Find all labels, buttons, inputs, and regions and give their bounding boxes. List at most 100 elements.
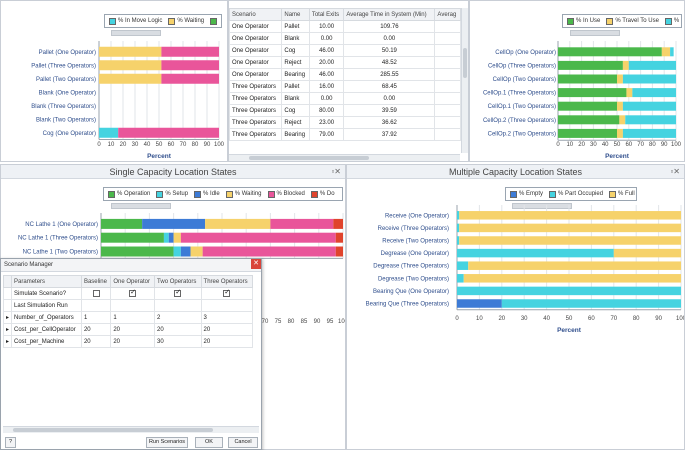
parameter-value[interactable]: 1 [80,311,112,324]
parameter-value[interactable]: 20 [154,323,202,336]
close-icon[interactable]: ✕ [251,259,261,269]
parameter-value[interactable]: 30 [154,335,202,348]
column-header[interactable]: Total Exits [308,8,345,21]
checkbox[interactable] [129,288,137,297]
simulate-checkbox[interactable] [110,287,156,300]
category-label: Blank (Three Operators) [31,104,96,110]
simulate-checkbox[interactable] [80,287,112,300]
table-cell [434,104,461,117]
column-header[interactable]: Scenario [229,8,283,21]
tick-label: 10 [476,316,483,322]
cancel-button[interactable]: Cancel [228,437,258,448]
bar-segment [670,47,674,57]
tick-label: 0 [97,142,101,148]
results-table: Scenario Name Total Exits Average Time in S… [229,8,461,141]
parameter-value[interactable]: 20 [200,323,254,336]
run-scenarios-button[interactable]: Run Scenarios [146,437,188,448]
checkbox[interactable] [223,288,231,297]
horizontal-scrollbar[interactable] [3,426,259,433]
scroll-thumb[interactable] [249,156,369,160]
category-label: Degrease (Three Operators) [373,264,449,270]
vertical-scrollbar[interactable] [461,8,468,153]
table-row[interactable]: One Operator Cog 46.00 50.19 [229,44,461,57]
bar-segment [335,232,343,243]
scroll-thumb[interactable] [463,48,467,78]
parameter-value[interactable] [154,299,202,312]
expand-icon[interactable]: ▸ [2,311,13,324]
tick-label: 85 [301,319,308,325]
table-cell: 20.00 [308,56,345,69]
table-cell: 0.00 [343,92,436,105]
expand-icon[interactable] [2,299,13,312]
parameter-label: Cost_per_CellOperator [11,323,82,336]
expand-icon[interactable]: ▸ [2,335,13,348]
ok-button[interactable]: OK [195,437,223,448]
table-cell [434,44,461,57]
scroll-thumb[interactable] [13,428,213,432]
parameter-value[interactable]: 20 [110,323,156,336]
column-header[interactable]: Average Time in System (Min) [343,8,436,21]
table-row[interactable]: Three Operators Reject 23.00 36.62 [229,116,461,129]
checkbox[interactable] [174,288,182,297]
parameter-value[interactable] [80,299,112,312]
column-header[interactable]: Averag [434,8,461,21]
table-row[interactable]: Three Operators Bearing 79.00 37.92 [229,128,461,141]
table-cell: 50.19 [343,44,436,57]
table-cell: Three Operators [229,128,283,141]
parameter-row[interactable]: ▸ Cost_per_CellOperator 20 20 20 20 [2,323,254,336]
category-label: CellOp (Two Operators) [493,77,556,83]
parameter-value[interactable] [110,299,156,312]
tick-label: 60 [588,316,595,322]
simulate-checkbox[interactable] [154,287,202,300]
bar-segment [457,286,681,296]
bar-segment [101,246,174,257]
parameter-row[interactable]: Simulate Scenario? [2,287,254,300]
tick-label: 100 [338,319,346,325]
parameter-row[interactable]: Last Simulation Run [2,299,254,312]
simulate-checkbox[interactable] [200,287,254,300]
parameter-value[interactable]: 20 [200,335,254,348]
tick-label: 70 [637,142,644,148]
horizontal-scrollbar[interactable] [229,154,460,161]
tick-label: 10 [566,142,573,148]
parameter-row[interactable]: ▸ Cost_per_Machine 20 20 30 20 [2,335,254,348]
help-button[interactable]: ? [5,437,16,448]
table-cell [434,116,461,129]
bar-segment [501,299,681,308]
bar-segment [180,246,191,257]
column-header[interactable]: Name [281,8,310,21]
table-row[interactable]: One Operator Bearing 46.00 285.55 [229,68,461,81]
table-cell: 48.52 [343,56,436,69]
table-row[interactable]: One Operator Reject 20.00 48.52 [229,56,461,69]
column-header: One Operator [110,275,156,288]
table-cell: 79.00 [308,128,345,141]
table-row[interactable]: One Operator Pallet 10.00 109.76 [229,20,461,33]
table-row[interactable]: Three Operators Cog 80.00 39.59 [229,104,461,117]
bar-segment [99,87,100,98]
table-cell: 10.00 [308,20,345,33]
table-row[interactable]: One Operator Blank 0.00 0.00 [229,32,461,45]
parameter-value[interactable]: 20 [110,335,156,348]
parameter-value[interactable]: 2 [154,311,202,324]
table-cell: 16.00 [308,80,345,93]
bar-segment [558,128,617,138]
table-row[interactable]: Three Operators Blank 0.00 0.00 [229,92,461,105]
bar-segment [459,223,681,233]
expand-icon[interactable]: ▸ [2,323,13,336]
parameter-value[interactable]: 20 [80,323,112,336]
column-header: Two Operators [154,275,202,288]
parameter-value[interactable]: 1 [110,311,156,324]
parameter-value[interactable]: 20 [80,335,112,348]
parameter-value[interactable]: 3 [200,311,254,324]
parameter-row[interactable]: ▸ Number_of_Operators 1 1 2 3 [2,311,254,324]
table-row[interactable]: Three Operators Pallet 16.00 68.45 [229,80,461,93]
bar-segment [619,115,626,125]
table-cell [434,56,461,69]
tick-label: 0 [455,316,459,322]
table-cell: Three Operators [229,116,283,129]
expand-icon[interactable] [2,287,13,300]
checkbox[interactable] [92,289,100,297]
parameter-value[interactable] [200,299,254,312]
tick-label: 90 [314,319,321,325]
category-label: Blank (One Operator) [39,90,96,96]
